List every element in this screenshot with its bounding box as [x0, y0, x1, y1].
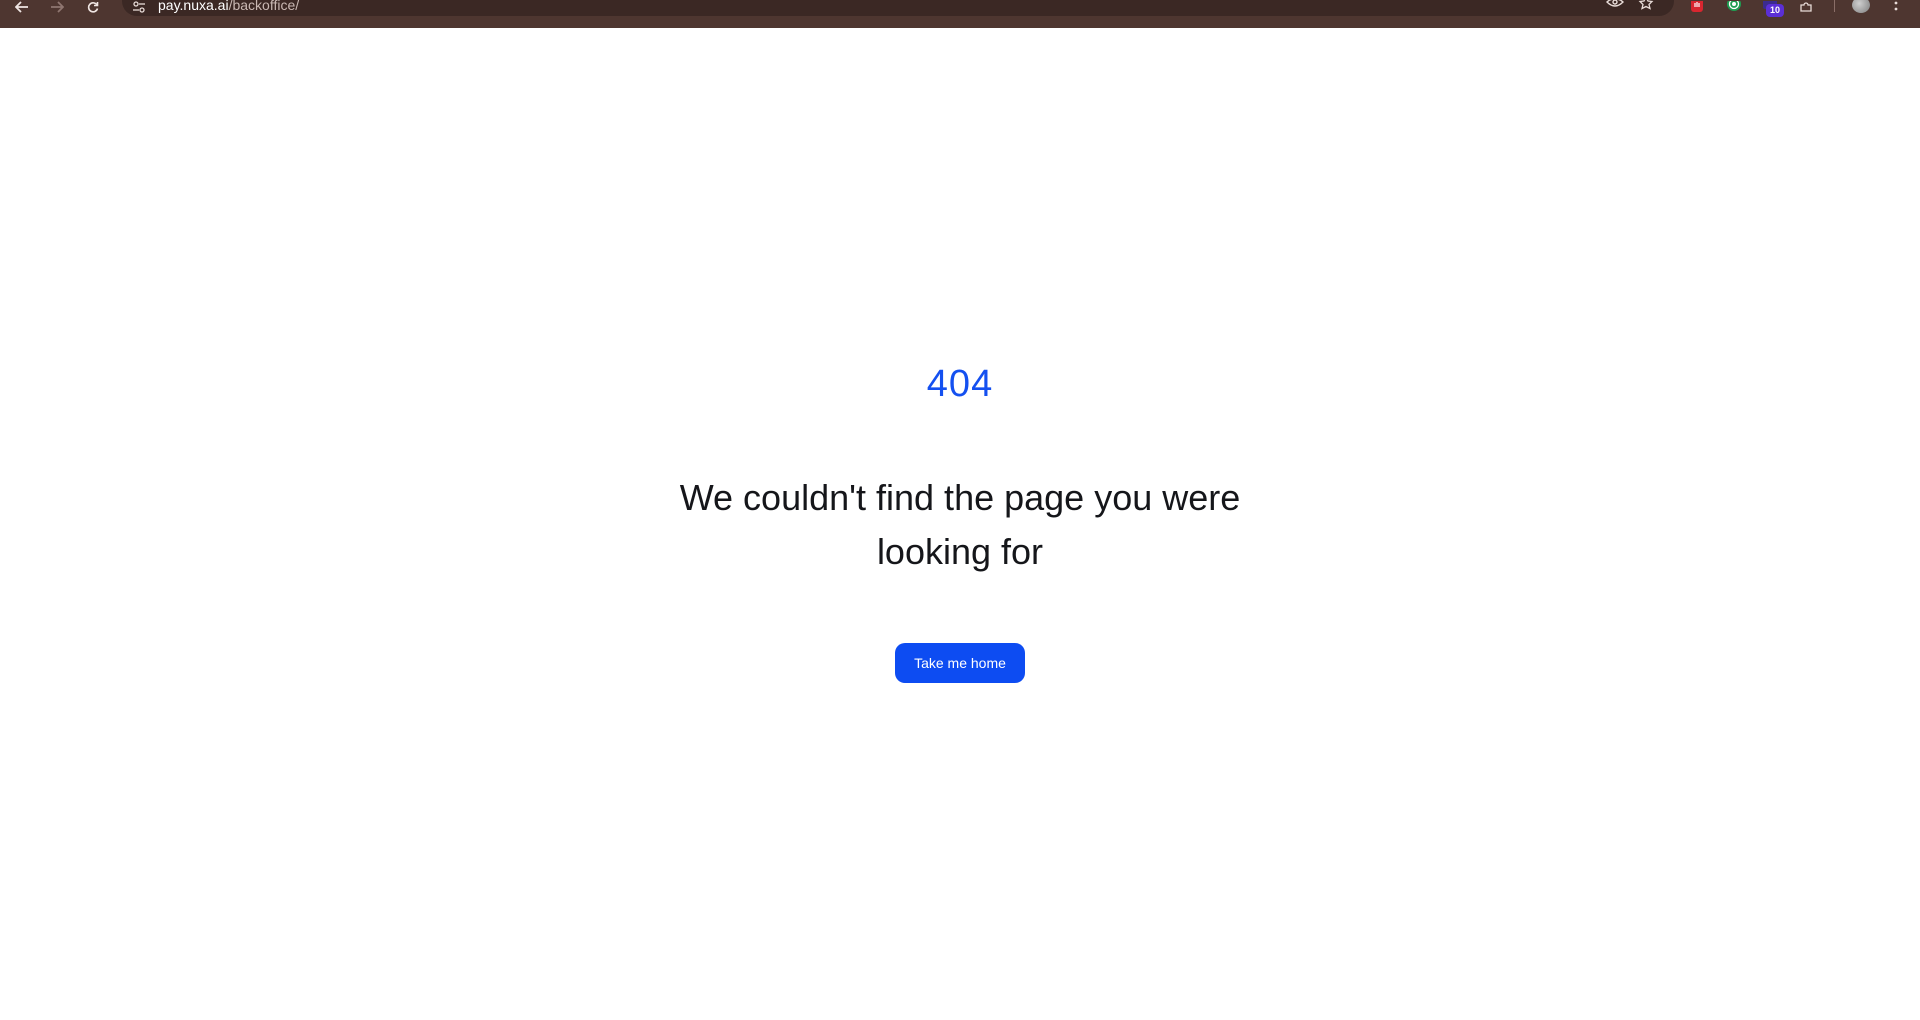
url-path: /backoffice/ — [228, 0, 300, 13]
error-page: 404 We couldn't find the page you were l… — [0, 28, 1920, 1020]
star-icon[interactable] — [1638, 0, 1656, 13]
site-settings-icon[interactable] — [132, 0, 150, 14]
eye-icon[interactable] — [1606, 0, 1624, 13]
extension-badge: 10 — [1766, 4, 1784, 17]
forward-arrow-icon[interactable] — [43, 0, 71, 14]
address-bar[interactable]: pay.nuxa.ai/backoffice/ — [122, 0, 1674, 16]
url-text[interactable]: pay.nuxa.ai/backoffice/ — [158, 0, 299, 12]
kebab-menu-icon[interactable] — [1890, 0, 1902, 14]
reload-icon[interactable] — [79, 0, 107, 14]
url-host: pay.nuxa.ai — [158, 0, 229, 13]
browser-toolbar: pay.nuxa.ai/backoffice/ 10 — [0, 0, 1920, 28]
green-target-extension-icon[interactable] — [1726, 0, 1748, 14]
error-message: We couldn't find the page you were looki… — [679, 477, 1241, 572]
error-code: 404 — [926, 363, 994, 405]
take-me-home-button[interactable]: Take me home — [895, 643, 1025, 683]
profile-avatar[interactable] — [1852, 0, 1870, 13]
puzzle-icon[interactable] — [1798, 0, 1820, 14]
red-hand-extension-icon[interactable] — [1689, 0, 1711, 14]
toolbar-divider — [1834, 0, 1835, 12]
back-arrow-icon[interactable] — [8, 0, 36, 14]
